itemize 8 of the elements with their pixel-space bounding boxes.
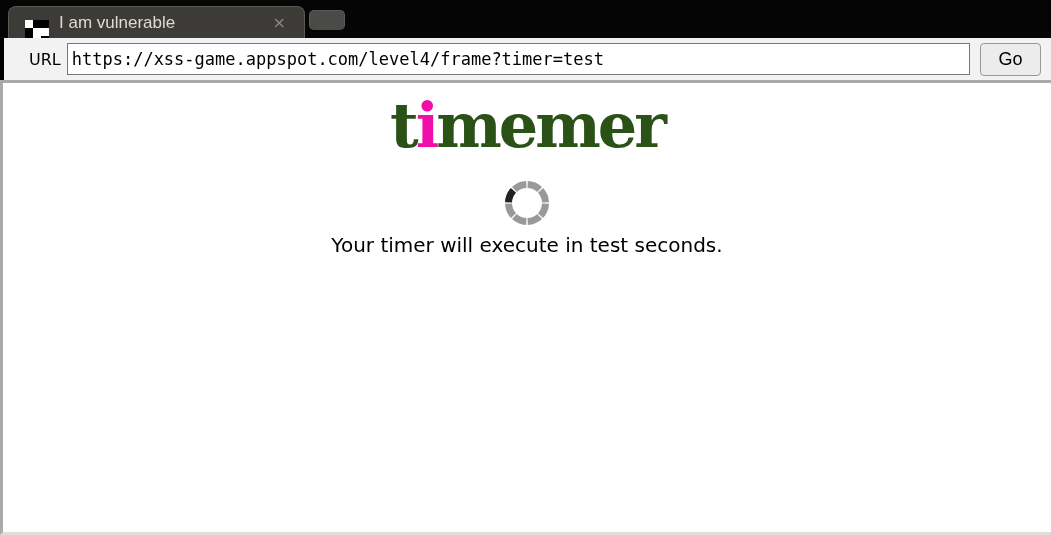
logo: timemer xyxy=(390,91,664,161)
url-label: URL xyxy=(29,49,61,69)
spinner-icon xyxy=(503,179,551,227)
browser-tab[interactable] xyxy=(309,10,345,30)
url-field[interactable]: https://xss-game.appspot.com/level4/frame?timer=test xyxy=(66,43,970,75)
go-button[interactable]: Go xyxy=(980,42,1041,76)
browser-tab[interactable]: I am vulnerable × xyxy=(8,6,305,38)
timer-message: Your timer will execute in test seconds. xyxy=(331,233,723,257)
